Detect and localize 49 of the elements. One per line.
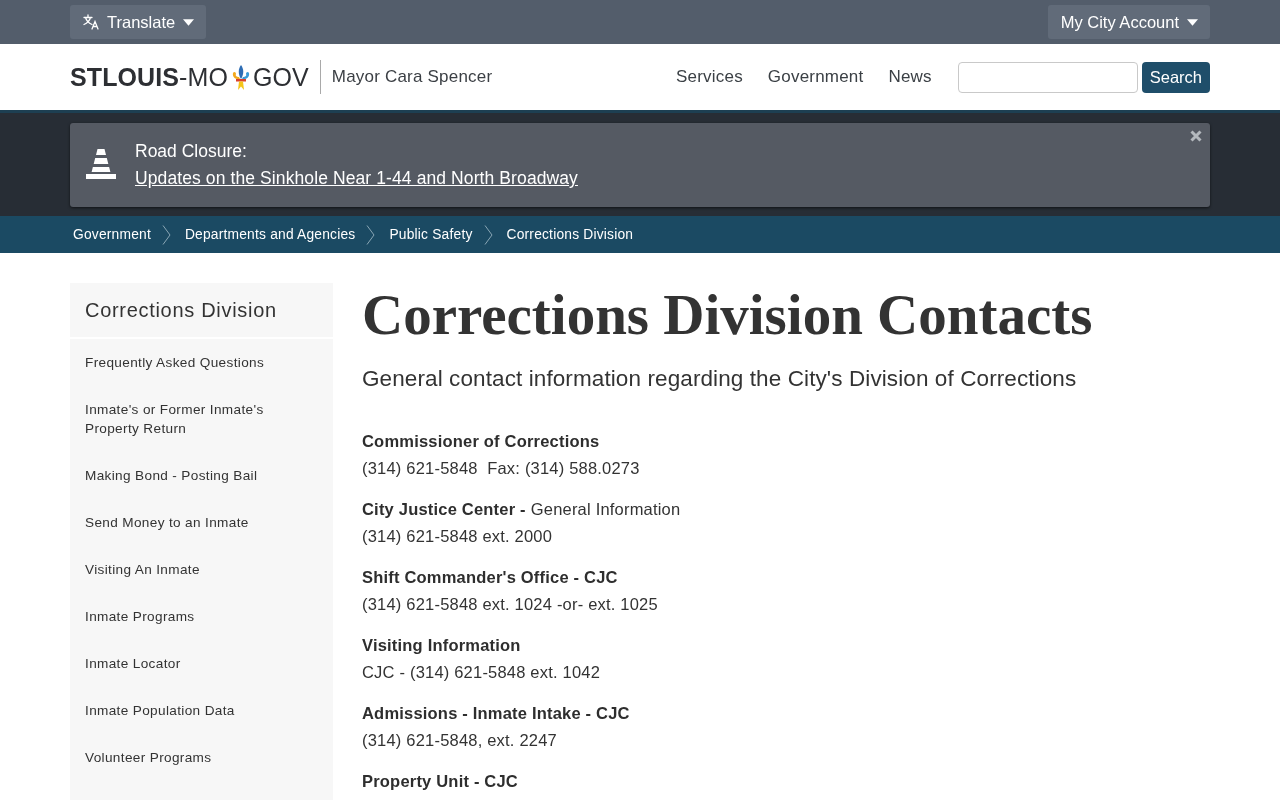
contact-title: Admissions - Inmate Intake - CJC xyxy=(362,703,630,724)
traffic-cone-icon xyxy=(85,149,117,179)
breadcrumb-link[interactable]: Corrections Division xyxy=(506,227,634,242)
contact-detail: (314) 621-5848 Fax: (314) 588.0273 xyxy=(362,458,640,479)
caret-icon xyxy=(1187,18,1198,26)
contact-title: Shift Commander's Office - CJC xyxy=(362,567,618,588)
sidebar-link[interactable]: Send Money to an Inmate xyxy=(70,499,333,546)
contact-title: Commissioner of Corrections xyxy=(362,431,600,452)
alert-label: Road Closure: xyxy=(135,140,247,163)
contact-note: General Information xyxy=(530,499,681,520)
contact-detail: CJC - (314) 621-5848 ext. 1042 xyxy=(362,662,601,683)
sidebar-link[interactable]: Making Bond - Posting Bail xyxy=(70,452,333,499)
chevron-icon xyxy=(483,224,493,245)
sidebar-link[interactable]: Inmate Locator xyxy=(70,640,333,687)
site-logo[interactable]: STLOUIS-MO GOV xyxy=(70,62,309,92)
translate-icon xyxy=(83,14,99,30)
chevron-icon xyxy=(161,224,171,245)
sidebar-link[interactable]: Inmate's or Former Inmate's Property Return xyxy=(70,386,333,452)
nav-link[interactable]: News xyxy=(888,67,932,87)
nav-link[interactable]: Services xyxy=(676,67,743,87)
contact-detail: (314) 621-5848 ext. 2000 xyxy=(362,526,553,547)
sidebar-link[interactable]: Inmate Programs xyxy=(70,593,333,640)
close-icon xyxy=(1190,130,1202,142)
sidebar-link[interactable]: Frequently Asked Questions xyxy=(70,339,333,386)
close-button[interactable] xyxy=(1190,130,1202,142)
breadcrumb-link[interactable]: Government xyxy=(73,227,151,242)
breadcrumb-link[interactable]: Public Safety xyxy=(389,227,473,242)
search-field[interactable] xyxy=(957,61,1138,93)
caret-icon xyxy=(183,18,195,26)
breadcrumb-link[interactable]: Departments and Agencies xyxy=(184,227,356,242)
contact-title: City Justice Center - xyxy=(362,499,526,520)
page-subtitle: General contact information regarding the City's Division of Corrections xyxy=(362,365,1078,393)
fleur-de-lis-icon xyxy=(230,64,251,90)
sidebar-link[interactable]: Volunteer Programs xyxy=(70,734,333,781)
translate-button[interactable]: Translate xyxy=(70,5,207,39)
mayor-name: Mayor Cara Spencer xyxy=(331,67,493,87)
alert-link[interactable]: Updates on the Sinkhole Near 1-44 and North Broadway xyxy=(135,165,578,192)
chevron-icon xyxy=(366,224,376,245)
contact-title: Property Unit - CJC xyxy=(362,771,518,792)
search-button[interactable]: Search xyxy=(1141,61,1210,93)
contact-title: Visiting Information xyxy=(362,635,521,656)
sidebar-link[interactable]: Visiting An Inmate xyxy=(70,546,333,593)
account-button[interactable]: My City Account xyxy=(1047,5,1210,39)
nav-link[interactable]: Government xyxy=(767,67,864,87)
page-title: Corrections Division Contacts xyxy=(362,283,1094,347)
sidebar-title: Corrections Division xyxy=(70,283,333,339)
sidebar-link[interactable]: Inmate Population Data xyxy=(70,687,333,734)
contact-detail: (314) 621-5848 ext. 1024 -or- ext. 1025 xyxy=(362,594,658,615)
contact-detail: (314) 621-5848, ext. 2247 xyxy=(362,730,557,751)
